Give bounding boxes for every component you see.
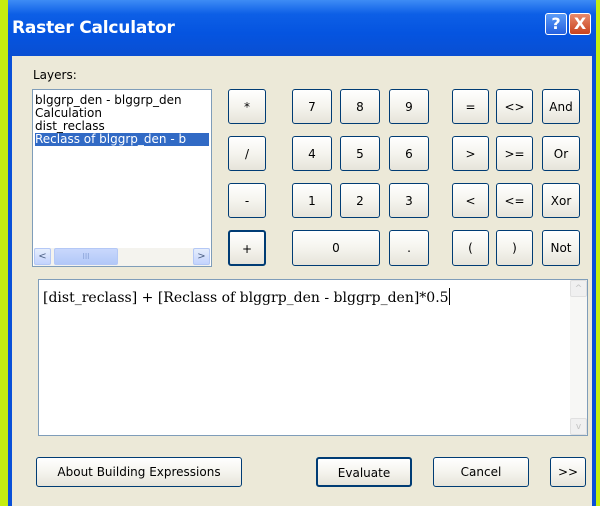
or-button[interactable]: Or [542,136,580,171]
evaluate-button[interactable]: Evaluate [316,457,412,487]
open-paren-button[interactable]: ( [452,230,489,266]
help-button[interactable]: ? [545,13,567,35]
digit-8-button[interactable]: 8 [340,89,380,124]
about-building-expressions-button[interactable]: About Building Expressions [36,457,242,487]
equal-button[interactable]: = [452,89,489,124]
text-caret [448,288,450,305]
digit-1-button[interactable]: 1 [292,183,332,218]
less-equal-button[interactable]: <= [496,183,533,218]
digit-5-button[interactable]: 5 [340,136,380,171]
layer-item[interactable]: Calculation [35,107,209,120]
expression-vertical-scrollbar[interactable]: ^ v [570,280,587,435]
decimal-button[interactable]: . [389,230,429,266]
digit-6-button[interactable]: 6 [389,136,429,171]
layers-label: Layers: [33,68,77,82]
layers-horizontal-scrollbar[interactable]: < III > [34,248,210,266]
title-bar[interactable]: Raster Calculator ? X [8,0,596,56]
plus-button[interactable]: + [228,230,266,266]
digit-4-button[interactable]: 4 [292,136,332,171]
scroll-thumb[interactable]: III [54,248,118,265]
xor-button[interactable]: Xor [542,183,580,218]
not-equal-button[interactable]: <> [496,89,533,124]
scroll-up-icon[interactable]: ^ [570,280,587,297]
less-button[interactable]: < [452,183,489,218]
divide-button[interactable]: / [228,136,266,171]
greater-button[interactable]: > [452,136,489,171]
close-paren-button[interactable]: ) [496,230,533,266]
expression-editor[interactable]: [dist_reclass] + [Reclass of blggrp_den … [38,279,588,436]
digit-7-button[interactable]: 7 [292,89,332,124]
scroll-right-icon[interactable]: > [193,248,210,265]
layer-item[interactable]: dist_reclass [35,120,209,133]
cancel-button[interactable]: Cancel [433,457,529,487]
layers-list[interactable]: blggrp_den - blggrp_den Calculation dist… [32,89,212,267]
and-button[interactable]: And [542,89,580,124]
close-button[interactable]: X [569,13,591,35]
more-options-button[interactable]: >> [550,457,586,487]
not-button[interactable]: Not [542,230,580,266]
digit-2-button[interactable]: 2 [340,183,380,218]
layer-item-selected[interactable]: Reclass of blggrp_den - b [35,133,209,146]
multiply-button[interactable]: * [228,89,266,124]
window-title: Raster Calculator [12,18,175,38]
expression-text: [dist_reclass] + [Reclass of blggrp_den … [43,288,450,306]
dialog-body: Layers: blggrp_den - blggrp_den Calculat… [12,56,592,506]
digit-9-button[interactable]: 9 [389,89,429,124]
minus-button[interactable]: - [228,183,266,218]
greater-equal-button[interactable]: >= [496,136,533,171]
layer-item[interactable]: blggrp_den - blggrp_den [35,94,209,107]
raster-calculator-window: Raster Calculator ? X Layers: blggrp_den… [8,0,596,506]
digit-0-button[interactable]: 0 [292,230,380,266]
scroll-down-icon[interactable]: v [570,418,587,435]
digit-3-button[interactable]: 3 [389,183,429,218]
scroll-left-icon[interactable]: < [34,248,51,265]
